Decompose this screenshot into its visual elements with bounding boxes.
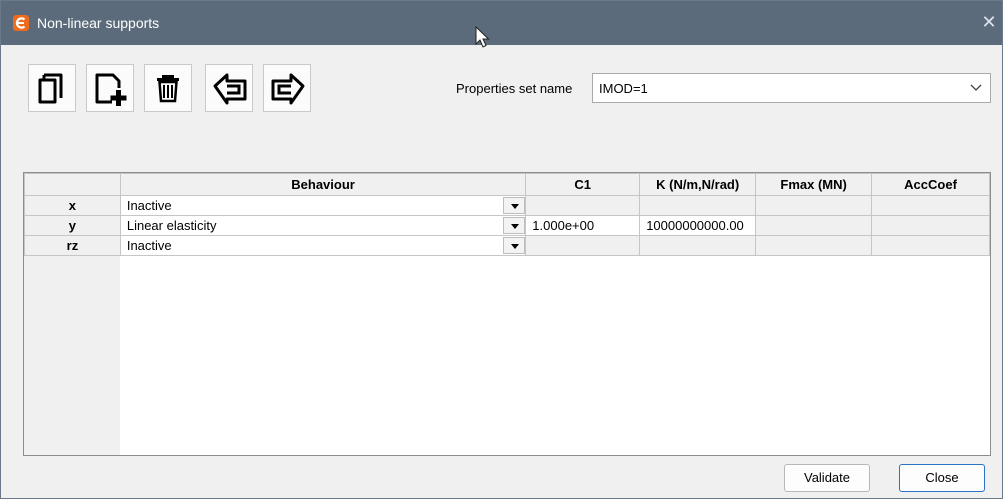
export-button[interactable] (263, 64, 311, 112)
arrow-forward-icon (271, 73, 305, 105)
row-header-rz[interactable]: rz (24, 235, 121, 256)
header-k[interactable]: K (N/m,N/rad) (639, 173, 757, 196)
behaviour-cell-y[interactable]: Linear elasticity (119, 215, 527, 236)
c1-cell (525, 235, 641, 256)
header-acccoef[interactable]: AccCoef (871, 173, 990, 196)
caret-down-icon (511, 244, 520, 249)
new-sheet-plus-icon (95, 73, 127, 106)
behaviour-dropdown-button[interactable] (503, 217, 525, 234)
copy-button[interactable] (28, 64, 76, 112)
row-header-y[interactable]: y (24, 215, 121, 236)
trash-icon (157, 75, 179, 103)
caret-down-icon (511, 204, 520, 209)
behaviour-value: Inactive (126, 237, 172, 253)
mouse-cursor-icon (475, 26, 490, 48)
import-button[interactable] (205, 64, 253, 112)
table-header-row: Behaviour C1 K (N/m,N/rad) Fmax (MN) Acc… (24, 173, 990, 196)
window-close-icon[interactable]: ✕ (979, 11, 999, 33)
table-row: rz Inactive (24, 235, 990, 256)
fmax-cell (755, 215, 873, 236)
title-bar[interactable]: Non-linear supports ✕ (1, 1, 1002, 48)
dialog-window: Non-linear supports ✕ Properties set nam… (0, 0, 1003, 499)
copy-sheets-icon (38, 73, 63, 104)
properties-set-label: Properties set name (456, 81, 573, 96)
caret-down-icon (511, 224, 520, 229)
supports-table: Behaviour C1 K (N/m,N/rad) Fmax (MN) Acc… (24, 173, 990, 256)
properties-set-select[interactable]: IMOD=1 (592, 73, 991, 103)
behaviour-dropdown-button[interactable] (503, 237, 525, 254)
k-cell[interactable]: 10000000000.00 (639, 215, 757, 236)
behaviour-value: Linear elasticity (126, 217, 217, 233)
fmax-cell (755, 195, 873, 216)
acccoef-cell (871, 215, 990, 236)
behaviour-cell-x[interactable]: Inactive (119, 195, 527, 216)
validate-button[interactable]: Validate (784, 464, 870, 492)
supports-grid[interactable]: Behaviour C1 K (N/m,N/rad) Fmax (MN) Acc… (23, 172, 991, 456)
header-fmax[interactable]: Fmax (MN) (755, 173, 873, 196)
new-button[interactable] (86, 64, 134, 112)
table-row: x Inactive (24, 195, 990, 216)
c1-cell[interactable]: 1.000e+00 (525, 215, 641, 236)
c1-cell (525, 195, 641, 216)
window-title: Non-linear supports (37, 15, 160, 31)
header-behaviour[interactable]: Behaviour (119, 173, 527, 196)
app-logo-icon (13, 15, 29, 31)
table-row: y Linear elasticity 1.000e+00 1000000000… (24, 215, 990, 236)
header-c1[interactable]: C1 (525, 173, 641, 196)
k-cell (639, 235, 757, 256)
behaviour-value: Inactive (126, 197, 172, 213)
row-header-x[interactable]: x (24, 195, 121, 216)
close-button[interactable]: Close (899, 464, 985, 492)
properties-set-value: IMOD=1 (599, 81, 648, 96)
chevron-down-icon[interactable] (970, 83, 982, 93)
k-cell (639, 195, 757, 216)
acccoef-cell (871, 195, 990, 216)
delete-button[interactable] (144, 64, 192, 112)
behaviour-dropdown-button[interactable] (503, 197, 525, 214)
behaviour-cell-rz[interactable]: Inactive (119, 235, 527, 256)
fmax-cell (755, 235, 873, 256)
acccoef-cell (871, 235, 990, 256)
arrow-back-icon (213, 73, 247, 105)
corner-header (24, 173, 121, 196)
